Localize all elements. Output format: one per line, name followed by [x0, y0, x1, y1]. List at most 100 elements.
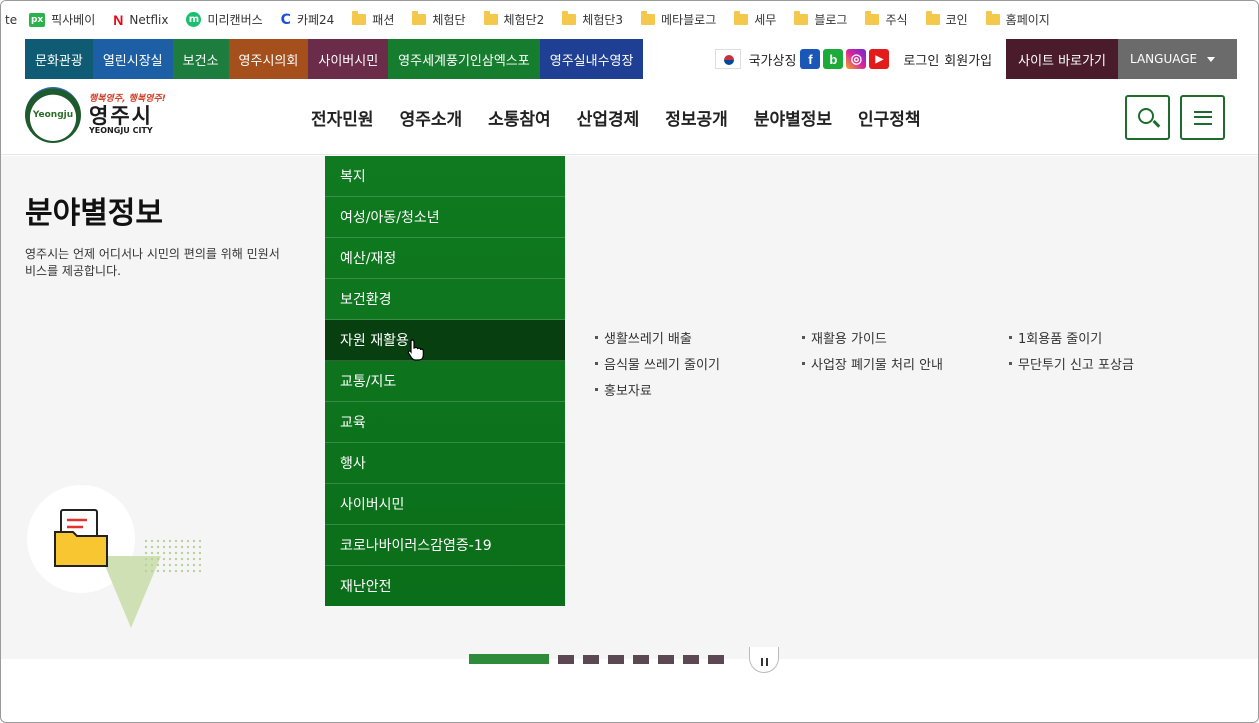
nav-e-civil[interactable]: 전자민원: [311, 105, 374, 130]
submenu-item[interactable]: 복지: [325, 156, 565, 197]
join-link[interactable]: 회원가입: [944, 50, 992, 69]
bookmark-folder[interactable]: 홈페이지: [985, 11, 1050, 28]
submenu-item[interactable]: 재난안전: [325, 566, 565, 607]
submenu-item[interactable]: 예산/재정: [325, 238, 565, 279]
national-symbol-link[interactable]: 국가상징: [749, 50, 797, 69]
pager-dot[interactable]: [683, 655, 699, 664]
submenu-item[interactable]: 보건환경: [325, 279, 565, 320]
sub-link-label: 사업장 폐기물 처리 안내: [811, 357, 943, 373]
sub-link[interactable]: 재활용 가이드: [802, 328, 1009, 347]
facebook-icon[interactable]: f: [800, 49, 821, 69]
site-logo[interactable]: Yeongju 행복영주, 행복영주! 영주시 YEONGJU CITY: [25, 87, 166, 143]
utility-right: 국가상징 f b ◎ ▶ 로그인 회원가입 사이트 바로가기 LANGUAGE: [714, 39, 1237, 79]
slider-pager: [469, 654, 724, 664]
submenu-item[interactable]: 행사: [325, 443, 565, 484]
bookmark-folder[interactable]: 코인: [925, 11, 968, 28]
sub-link[interactable]: 생활쓰레기 배출: [595, 328, 802, 347]
sub-link-label: 홍보자료: [604, 383, 652, 399]
tab-cyber-citizen[interactable]: 사이버시민: [308, 39, 389, 79]
bullet-icon: [802, 335, 805, 339]
nav-field-info[interactable]: 분야별정보: [754, 105, 832, 130]
nav-population[interactable]: 인구정책: [858, 105, 921, 130]
tab-city-council[interactable]: 영주시의회: [228, 39, 309, 79]
pager-dot[interactable]: [558, 655, 574, 664]
submenu-item[interactable]: 사이버시민: [325, 484, 565, 525]
submenu-item[interactable]: 여성/아동/청소년: [325, 197, 565, 238]
bookmark-folder[interactable]: 패션: [352, 11, 394, 28]
sub-link[interactable]: 음식물 쓰레기 줄이기: [595, 354, 802, 373]
nav-about[interactable]: 영주소개: [400, 105, 463, 130]
bullet-icon: [1009, 335, 1012, 339]
login-link[interactable]: 로그인: [903, 50, 939, 69]
bookmark-folder[interactable]: 메타블로그: [641, 11, 716, 28]
bookmark-folder[interactable]: 주식: [865, 11, 908, 28]
sub-link[interactable]: 무단투기 신고 포상금: [1009, 354, 1216, 373]
search-button[interactable]: [1125, 95, 1170, 140]
instagram-icon[interactable]: ◎: [846, 49, 867, 69]
submenu-item[interactable]: 교통/지도: [325, 361, 565, 402]
pager-dot[interactable]: [658, 655, 674, 664]
language-label: LANGUAGE: [1130, 52, 1198, 66]
folder-icon: [734, 11, 749, 25]
submenu-item[interactable]: 코로나바이러스감염증-19: [325, 525, 565, 566]
tab-culture-tourism[interactable]: 문화관광: [25, 39, 93, 79]
bookmark-label: 픽사베이: [51, 13, 96, 27]
submenu-item[interactable]: 교육: [325, 402, 565, 443]
document-folder-icon: [54, 509, 108, 567]
sub-link-label: 음식물 쓰레기 줄이기: [604, 357, 720, 373]
logo-english-name: YEONGJU CITY: [89, 125, 153, 135]
pager-dot[interactable]: [583, 655, 599, 664]
pause-icon-bar: [765, 657, 768, 666]
sub-link-label: 생활쓰레기 배출: [604, 331, 692, 347]
sub-link[interactable]: 1회용품 줄이기: [1009, 328, 1216, 347]
sub-link[interactable]: 사업장 폐기물 처리 안내: [802, 354, 1009, 373]
cafe24-icon: C: [280, 11, 291, 28]
tab-open-mayor-office[interactable]: 열린시장실: [92, 39, 173, 79]
sub-link[interactable]: 홍보자료: [595, 380, 802, 399]
bookmark-folder[interactable]: 체험단2: [483, 11, 544, 28]
slider-pause-button[interactable]: [749, 647, 779, 673]
tab-health-center[interactable]: 보건소: [172, 39, 229, 79]
bookmark-label: 세무: [754, 13, 777, 27]
pager-dot[interactable]: [633, 655, 649, 664]
bookmark-miricanvas[interactable]: m 미리캔버스: [186, 11, 263, 28]
submenu-item-active[interactable]: 자원 재활용: [325, 320, 565, 361]
bullet-icon: [595, 335, 598, 339]
bookmark-label: 체험단3: [582, 13, 624, 27]
bullet-icon: [1009, 361, 1012, 365]
sub-link-label: 재활용 가이드: [811, 331, 887, 347]
bookmark-folder[interactable]: 체험단: [412, 11, 466, 28]
main-header: Yeongju 행복영주, 행복영주! 영주시 YEONGJU CITY 전자민…: [1, 79, 1258, 155]
hand-cursor-icon: [407, 339, 424, 361]
tab-indoor-pool[interactable]: 영주실내수영장: [539, 39, 644, 79]
search-icon: [1138, 108, 1154, 124]
pager-dot[interactable]: [608, 655, 624, 664]
bookmark-label: 블로그: [814, 13, 848, 27]
youtube-icon[interactable]: ▶: [869, 49, 890, 69]
folder-icon: [985, 11, 1000, 25]
bookmark-folder[interactable]: 세무: [734, 11, 776, 28]
pager-dot-active[interactable]: [469, 654, 549, 664]
bookmark-item[interactable]: te: [5, 13, 17, 27]
tab-ginseng-expo[interactable]: 영주세계풍기인삼엑스포: [388, 39, 540, 79]
bookmarks-bar: te px 픽사베이 N Netflix m 미리캔버스 C 카페24 패션 체험단 체…: [1, 1, 1258, 38]
blog-icon[interactable]: b: [823, 49, 844, 69]
bookmark-cafe24[interactable]: C 카페24: [281, 11, 335, 28]
sites-shortcut-button[interactable]: 사이트 바로가기: [1006, 39, 1118, 79]
pixabay-icon: px: [29, 12, 46, 27]
bookmark-label: 카페24: [296, 13, 335, 27]
bullet-icon: [595, 387, 598, 391]
nav-participation[interactable]: 소통참여: [488, 105, 551, 130]
bookmark-folder[interactable]: 체험단3: [562, 11, 623, 28]
nav-industry[interactable]: 산업경제: [577, 105, 640, 130]
bullet-icon: [802, 361, 805, 365]
browser-frame: te px 픽사베이 N Netflix m 미리캔버스 C 카페24 패션 체험단 체…: [0, 0, 1259, 723]
bookmark-pixabay[interactable]: px 픽사베이: [29, 11, 95, 28]
language-button[interactable]: LANGUAGE: [1118, 39, 1237, 79]
bookmark-label: 패션: [372, 13, 395, 27]
nav-information[interactable]: 정보공개: [665, 105, 728, 130]
pager-dot[interactable]: [708, 655, 724, 664]
bookmark-folder[interactable]: 블로그: [794, 11, 847, 28]
menu-button[interactable]: [1180, 95, 1225, 140]
bookmark-netflix[interactable]: N Netflix: [113, 12, 168, 28]
